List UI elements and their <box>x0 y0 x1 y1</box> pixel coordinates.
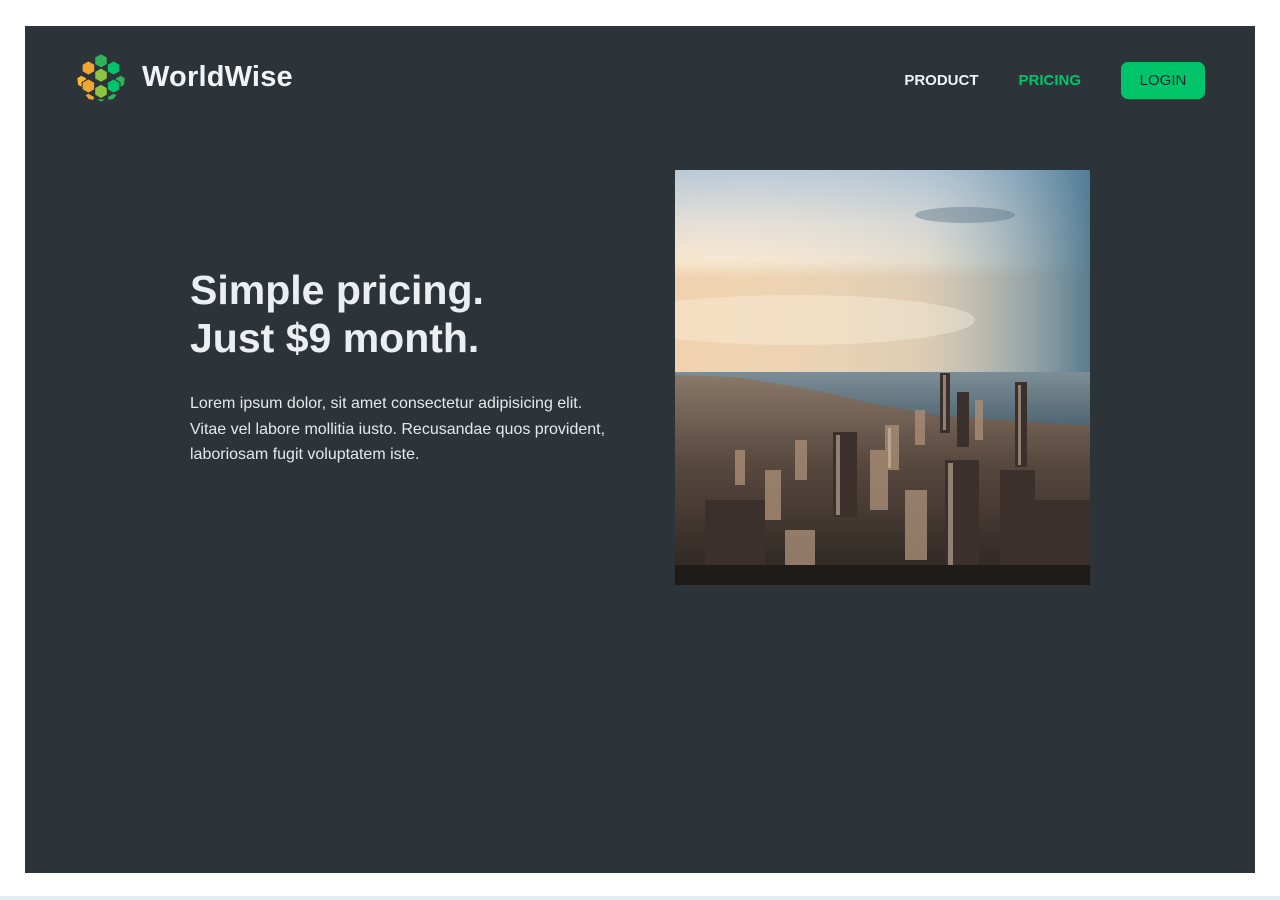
nav-pricing-link[interactable]: PRICING <box>1018 72 1081 89</box>
hero-description: Lorem ipsum dolor, sit amet consectetur … <box>190 395 606 463</box>
hero-title: Simple pricing. Just $9 month. <box>190 266 484 362</box>
bottom-divider <box>0 896 1280 900</box>
app-container: WorldWise PRODUCT PRICING LOGIN Simple p… <box>25 26 1255 873</box>
hero-title-line1: Simple pricing. <box>190 267 484 313</box>
main-nav: PRODUCT PRICING LOGIN <box>904 62 1205 99</box>
globe-hex-logo-icon <box>76 52 126 103</box>
nav-product-link[interactable]: PRODUCT <box>904 72 978 89</box>
login-button[interactable]: LOGIN <box>1121 62 1205 99</box>
brand-home-link[interactable]: WorldWise <box>74 50 293 104</box>
city-skyline-image <box>675 170 1090 585</box>
brand-name: WorldWise <box>142 60 293 93</box>
hero-title-line2: Just $9 month. <box>190 315 480 361</box>
